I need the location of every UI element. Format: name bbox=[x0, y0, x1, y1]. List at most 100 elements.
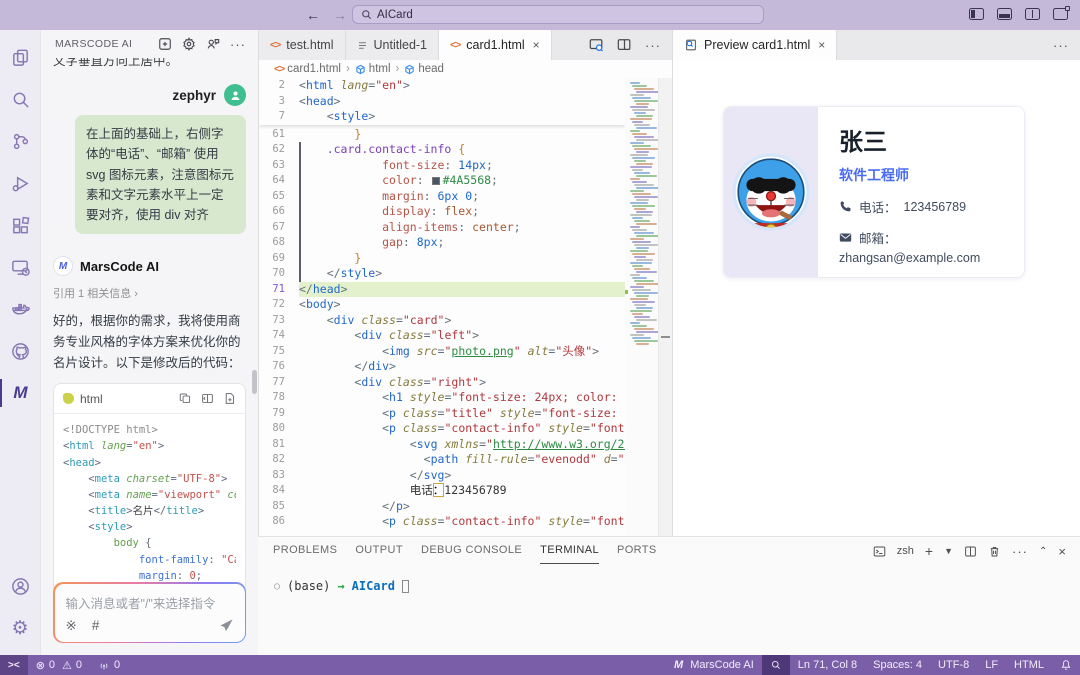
code-line[interactable]: 78 <h1 style="font-size: 24px; color: #2… bbox=[259, 390, 625, 406]
activity-item-explorer[interactable] bbox=[0, 36, 40, 78]
terminal[interactable]: ○ (base) → AICard bbox=[258, 564, 1080, 593]
code-line[interactable]: 64 color: #4A5568; bbox=[259, 173, 625, 189]
search-status-button[interactable] bbox=[762, 655, 790, 675]
breadcrumb-item-head[interactable]: head bbox=[404, 63, 444, 75]
code-line[interactable]: 76 </div> bbox=[259, 359, 625, 375]
close-panel-icon[interactable]: × bbox=[1058, 544, 1066, 559]
ports-status[interactable]: 0 bbox=[90, 655, 128, 675]
remote-indicator[interactable]: >< bbox=[0, 655, 28, 675]
code-line[interactable]: 72<body> bbox=[259, 297, 625, 313]
activity-item-marscode[interactable]: M bbox=[0, 372, 40, 414]
code-line[interactable]: 62 .card.contact-info { bbox=[259, 142, 625, 158]
problems-status[interactable]: ⊗0 ⚠0 bbox=[28, 655, 90, 675]
code-line[interactable]: 77 <div class="right"> bbox=[259, 375, 625, 391]
terminal-dropdown-icon[interactable]: ▼ bbox=[944, 546, 953, 556]
context-hash-icon[interactable]: # bbox=[92, 618, 100, 633]
marscode-status[interactable]: MMarsCode AI bbox=[666, 655, 762, 675]
send-icon[interactable] bbox=[219, 618, 234, 633]
code-line[interactable]: 83 </svg> bbox=[259, 468, 625, 484]
notifications-bell[interactable] bbox=[1052, 655, 1080, 675]
panel-tab-problems[interactable]: PROBLEMS bbox=[273, 544, 337, 564]
new-terminal-icon[interactable]: + bbox=[925, 543, 933, 559]
close-tab-icon[interactable]: × bbox=[533, 38, 540, 52]
code-line[interactable]: 7 <style> bbox=[259, 109, 625, 125]
skills-icon[interactable]: ※ bbox=[66, 618, 77, 634]
breadcrumb-item-card1-html[interactable]: <>card1.html bbox=[274, 63, 341, 75]
tab-untitled-1[interactable]: Untitled-1 bbox=[346, 30, 440, 60]
panel-tab-ports[interactable]: PORTS bbox=[617, 544, 657, 564]
activity-item-docker[interactable] bbox=[0, 288, 40, 330]
new-chat-icon[interactable] bbox=[158, 37, 172, 51]
toggle-panel-icon[interactable] bbox=[997, 8, 1012, 20]
tab-card1-html[interactable]: <>card1.html× bbox=[439, 30, 552, 60]
reference-link[interactable]: 引用 1 相关信息 › bbox=[53, 285, 246, 301]
panel-tab-terminal[interactable]: TERMINAL bbox=[540, 544, 599, 564]
code-line[interactable]: 3<head> bbox=[259, 94, 625, 110]
sidebar-scrollbar[interactable] bbox=[252, 370, 257, 394]
maximize-panel-icon[interactable]: ⌃ bbox=[1039, 546, 1047, 557]
code-line[interactable]: 67 align-items: center; bbox=[259, 220, 625, 236]
code-line[interactable]: 63 font-size: 14px; bbox=[259, 158, 625, 174]
activity-item-github[interactable] bbox=[0, 330, 40, 372]
code-line[interactable]: 74 <div class="left"> bbox=[259, 328, 625, 344]
split-terminal-icon[interactable] bbox=[964, 545, 977, 558]
eol[interactable]: LF bbox=[977, 655, 1006, 675]
split-editor-right-icon[interactable] bbox=[617, 38, 632, 52]
new-file-code-icon[interactable] bbox=[223, 392, 236, 405]
code-line[interactable]: 80 <p class="contact-info" style="font-s… bbox=[259, 421, 625, 437]
back-button[interactable]: ← bbox=[306, 7, 320, 23]
code-line[interactable]: 68 gap: 8px; bbox=[259, 235, 625, 251]
activity-item-search[interactable] bbox=[0, 78, 40, 120]
panel-more-actions-icon[interactable]: ··· bbox=[1012, 545, 1028, 558]
close-preview-tab-icon[interactable]: × bbox=[818, 38, 825, 52]
code-line[interactable]: 79 <p class="title" style="font-size: 16… bbox=[259, 406, 625, 422]
toggle-sidebar-icon[interactable] bbox=[969, 8, 984, 20]
preview-more-actions-icon[interactable]: ··· bbox=[1053, 39, 1069, 52]
code-line[interactable]: 86 <p class="contact-info" style="font-s bbox=[259, 514, 625, 530]
code-line[interactable]: 82 <path fill-rule="evenodd" d="M10 2a1 … bbox=[259, 452, 625, 468]
open-preview-icon[interactable] bbox=[589, 38, 604, 52]
activity-item-remote[interactable] bbox=[0, 246, 40, 288]
code-line[interactable]: 2<html lang="en"> bbox=[259, 78, 625, 94]
panel-tab-debug-console[interactable]: DEBUG CONSOLE bbox=[421, 544, 522, 564]
code-editor-content[interactable]: 2<html lang="en">3<head>7 <style> 61 }62… bbox=[259, 78, 625, 536]
chat-settings-gear-icon[interactable] bbox=[182, 37, 196, 51]
breadcrumb-item-html[interactable]: html bbox=[355, 63, 391, 75]
activity-item-extensions[interactable] bbox=[0, 204, 40, 246]
settings-button[interactable]: ⚙ bbox=[0, 607, 40, 649]
panel-tab-output[interactable]: OUTPUT bbox=[355, 544, 403, 564]
minimap[interactable] bbox=[625, 78, 658, 536]
encoding[interactable]: UTF-8 bbox=[930, 655, 977, 675]
editor-more-actions-icon[interactable]: ··· bbox=[645, 39, 661, 52]
kill-terminal-icon[interactable] bbox=[988, 545, 1001, 558]
language-mode[interactable]: HTML bbox=[1006, 655, 1052, 675]
activity-item-run-debug[interactable] bbox=[0, 162, 40, 204]
activity-item-source-control[interactable] bbox=[0, 120, 40, 162]
code-line[interactable]: 66 display: flex; bbox=[259, 204, 625, 220]
split-editor-icon[interactable] bbox=[1025, 8, 1040, 20]
code-line[interactable]: 73 <div class="card"> bbox=[259, 313, 625, 329]
indentation[interactable]: Spaces: 4 bbox=[865, 655, 930, 675]
tab-test-html[interactable]: <>test.html bbox=[259, 30, 346, 60]
code-line[interactable]: 85 </p> bbox=[259, 499, 625, 515]
code-line[interactable]: 81 <svg xmlns="http://www.w3.org/2000/sv… bbox=[259, 437, 625, 453]
command-center[interactable]: AICard bbox=[352, 5, 764, 24]
copy-code-icon[interactable] bbox=[179, 392, 192, 405]
code-line[interactable]: 61 } bbox=[259, 127, 625, 143]
code-line[interactable]: 65 margin: 6px 0; bbox=[259, 189, 625, 205]
forward-button[interactable]: → bbox=[333, 7, 347, 23]
code-line[interactable]: 69 } bbox=[259, 251, 625, 267]
share-feedback-icon[interactable] bbox=[206, 37, 220, 51]
cursor-position[interactable]: Ln 71, Col 8 bbox=[790, 655, 865, 675]
insert-code-icon[interactable] bbox=[201, 392, 214, 405]
code-line[interactable]: 75 <img src="photo.png" alt="头像"> bbox=[259, 344, 625, 360]
more-actions-icon[interactable]: ··· bbox=[230, 38, 246, 51]
account-button[interactable] bbox=[0, 565, 40, 607]
code-line[interactable]: 84 电话：123456789 bbox=[259, 483, 625, 499]
editor-scrollbar[interactable] bbox=[658, 78, 672, 536]
code-line[interactable]: 71</head> bbox=[259, 282, 625, 298]
chat-input[interactable]: 输入消息或者"/"来选择指令 ※ # bbox=[55, 584, 245, 642]
tab-preview-card1[interactable]: Preview card1.html × bbox=[673, 30, 837, 60]
customize-layout-icon[interactable] bbox=[1053, 8, 1068, 20]
code-line[interactable]: 70 </style> bbox=[259, 266, 625, 282]
